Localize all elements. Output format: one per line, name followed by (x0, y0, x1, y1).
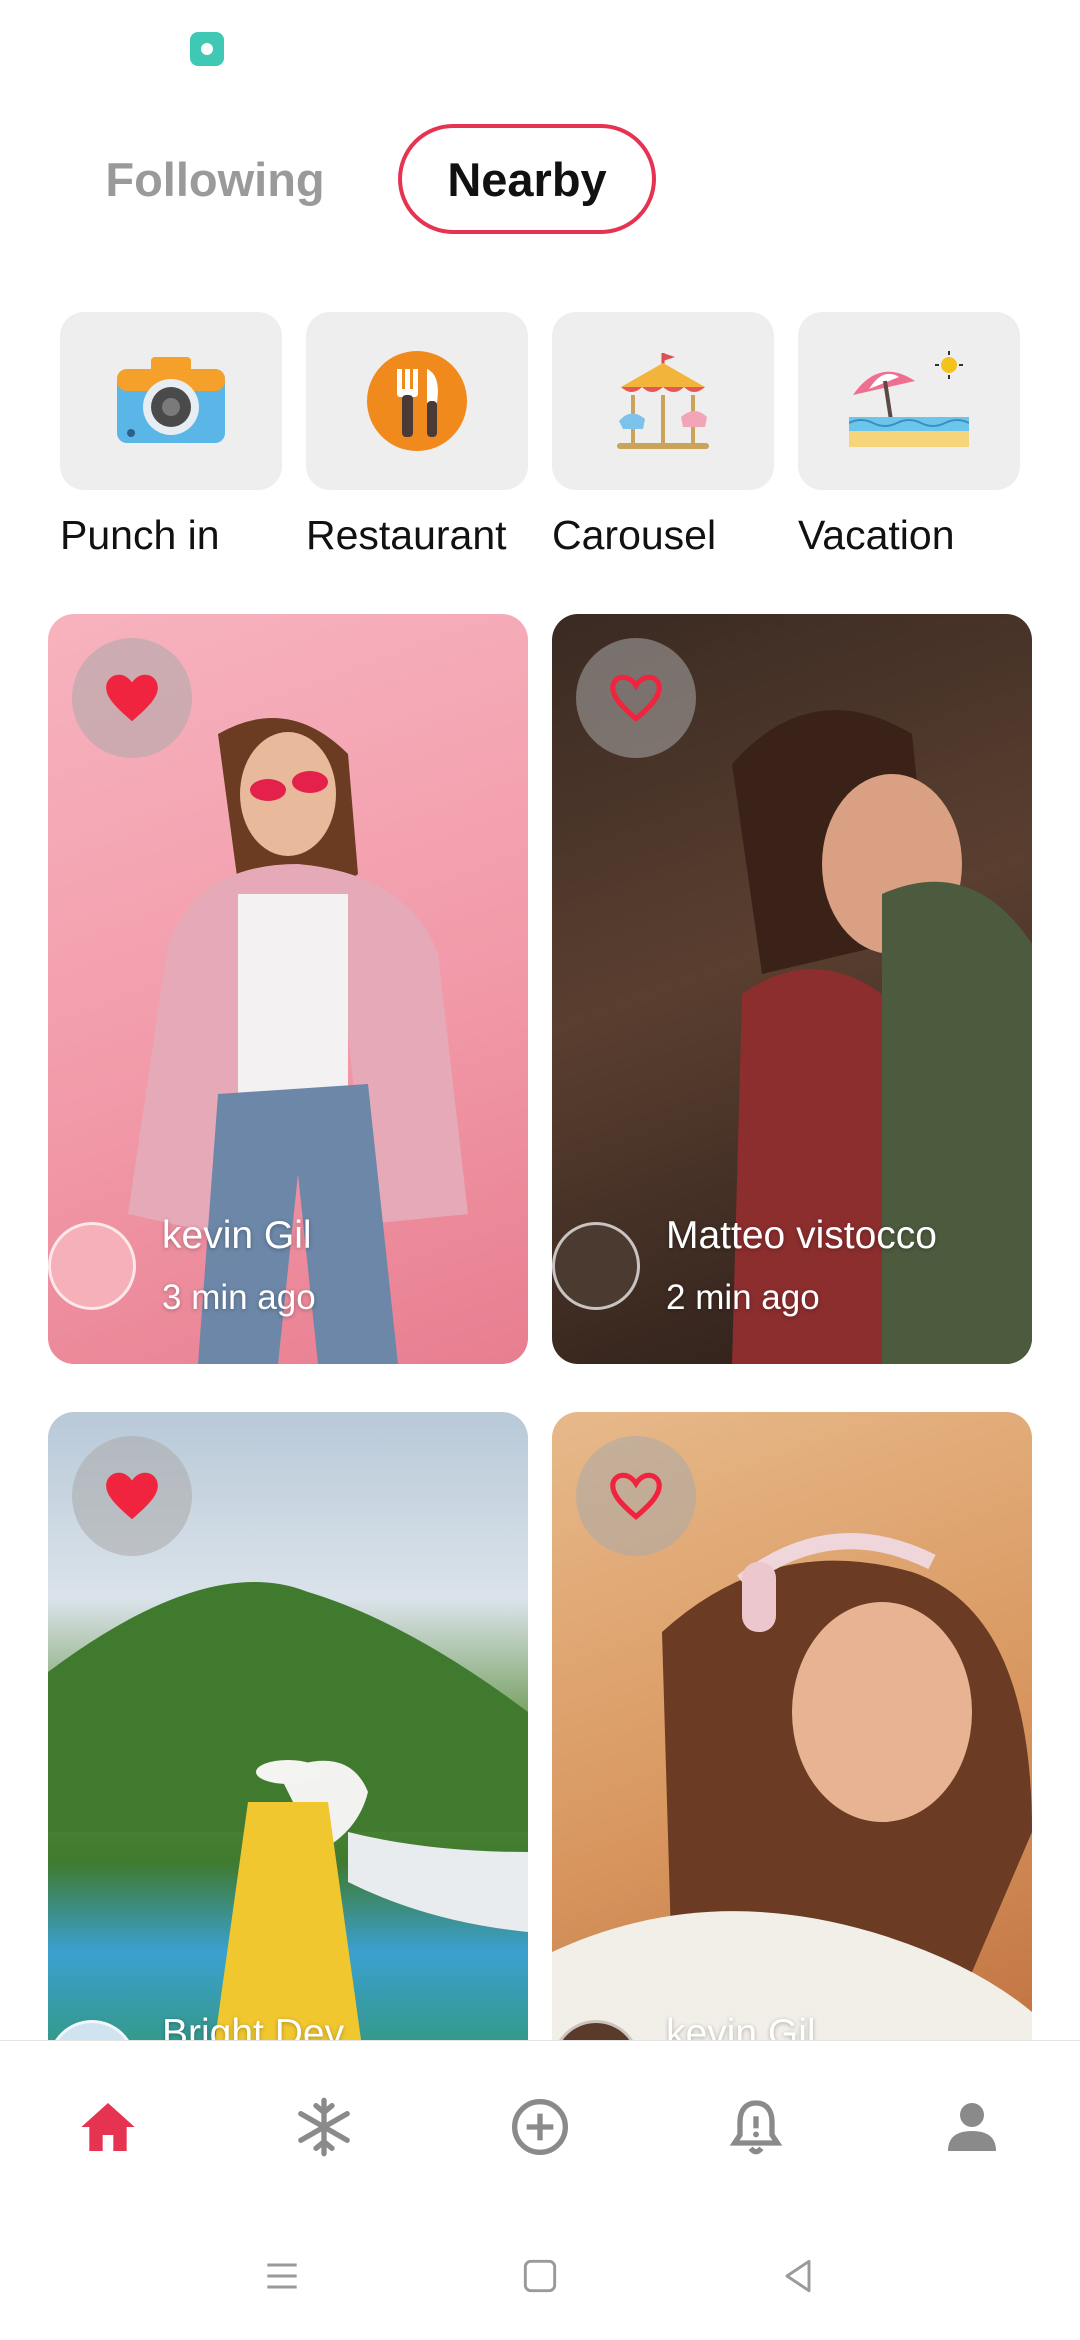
add-circle-icon (512, 2099, 568, 2155)
like-button[interactable] (576, 1436, 696, 1556)
like-button[interactable] (72, 638, 192, 758)
heart-filled-icon (106, 674, 158, 722)
heart-outline-icon (610, 674, 662, 723)
snowflake-icon (298, 2097, 350, 2157)
post-time: 2 min ago (666, 1278, 820, 1317)
like-button[interactable] (576, 638, 696, 758)
post-author-name[interactable]: kevin Gil (666, 2012, 816, 2040)
post-author-name[interactable]: Bright Dev (162, 2012, 344, 2040)
profile-icon (948, 2103, 996, 2151)
post-author-name[interactable]: kevin Gil (162, 1214, 312, 1258)
like-button[interactable] (72, 1436, 192, 1556)
menu-icon (267, 2263, 297, 2289)
avatar[interactable] (552, 1222, 640, 1310)
post-author-name[interactable]: Matteo vistocco (666, 1214, 937, 1258)
square-icon (523, 2259, 557, 2293)
nav-explore[interactable] (288, 2091, 360, 2163)
post-time: 3 min ago (162, 1278, 316, 1317)
post-card[interactable]: Matteo vistocco 2 min ago (552, 614, 1032, 1364)
nav-notifications[interactable] (720, 2091, 792, 2163)
post-card[interactable]: Bright Dev (48, 1412, 528, 2040)
nav-home[interactable] (72, 2091, 144, 2163)
heart-filled-icon (106, 1472, 158, 1520)
post-card[interactable]: kevin Gil (552, 1412, 1032, 2040)
nav-create[interactable] (504, 2091, 576, 2163)
bottom-navigation (0, 2040, 1080, 2208)
system-navigation-bar (0, 2208, 1080, 2340)
post-grid: kevin Gil 3 min ago Matteo vistocco 2 mi… (0, 0, 1080, 2040)
back-triangle-icon (785, 2259, 811, 2293)
avatar[interactable] (48, 1222, 136, 1310)
heart-outline-icon (610, 1472, 662, 1521)
back-button[interactable] (774, 2252, 822, 2300)
post-card[interactable]: kevin Gil 3 min ago (48, 614, 528, 1364)
nav-profile[interactable] (936, 2091, 1008, 2163)
menu-button[interactable] (258, 2252, 306, 2300)
bell-icon (729, 2100, 783, 2155)
home-icon (81, 2103, 135, 2151)
home-system-button[interactable] (516, 2252, 564, 2300)
